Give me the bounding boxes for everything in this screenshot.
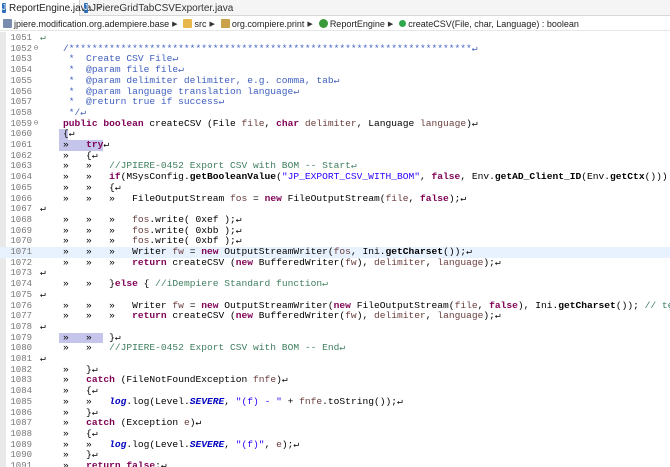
code-line[interactable]: 1087 » catch (Exception e)↵ — [0, 417, 670, 429]
line-number: 1073 — [10, 268, 32, 279]
line-number: 1057 — [10, 97, 32, 108]
breadcrumb-item-method[interactable]: createCSV(File, char, Language) : boolea… — [396, 19, 579, 29]
code-line[interactable]: 1072 » » » return createCSV (new Buffere… — [0, 256, 670, 269]
breadcrumb-item-src[interactable]: src ▶ — [180, 19, 217, 29]
breadcrumb-item-class[interactable]: ReportEngine ▶ — [316, 19, 396, 29]
code-line[interactable]: 1083 » catch (FileNotFoundException fnfe… — [0, 375, 670, 386]
breadcrumb-item-project[interactable]: jpiere.modification.org.adempiere.base ▶ — [0, 19, 180, 29]
line-number: 1056 — [10, 86, 32, 97]
code-text: » » » return createCSV (new BufferedWrit… — [40, 310, 501, 322]
line-number: 1078 — [10, 321, 32, 332]
code-line[interactable]: 1091 » return false;↵ — [0, 460, 670, 467]
line-number: 1088 — [10, 428, 32, 439]
code-editor[interactable]: 1051 ↵ 1052 ⊖ /****************************… — [0, 32, 670, 467]
breadcrumb-label: ReportEngine — [329, 18, 385, 29]
code-text: » » //JPIERE-0452 Export CSV with BOM --… — [40, 342, 346, 354]
java-file-icon: J — [2, 3, 6, 13]
line-number: 1085 — [10, 396, 32, 407]
line-number: 1072 — [10, 257, 32, 268]
code-line[interactable]: 1059 ⊖ public boolean createCSV (File fil… — [0, 117, 670, 130]
line-number: 1087 — [10, 418, 32, 429]
breadcrumb-label: jpiere.modification.org.adempiere.base — [14, 18, 170, 29]
line-number: 1069 — [10, 225, 32, 236]
line-number: 1061 — [10, 140, 32, 150]
method-icon — [399, 20, 407, 27]
code-line[interactable]: 1089 » » log.log(Level.SEVERE, "(f)", e)… — [0, 439, 670, 451]
line-number: 1081 — [10, 354, 32, 364]
line-number: 1053 — [10, 54, 32, 65]
code-line[interactable]: 1061 » try↵ — [0, 139, 670, 151]
line-number: 1059 — [10, 118, 32, 129]
breadcrumb-item-package[interactable]: org.compiere.print ▶ — [218, 19, 316, 29]
line-number: 1055 — [10, 75, 32, 86]
code-text: » » » return createCSV (new BufferedWrit… — [40, 256, 501, 268]
tab-label: JPiereGridTabCSVExporter.java — [91, 2, 234, 14]
line-number: 1074 — [10, 279, 32, 290]
code-line[interactable]: 1077 » » » return createCSV (new Buffere… — [0, 310, 670, 322]
chevron-right-icon: ▶ — [209, 20, 215, 28]
line-number: 1082 — [10, 364, 32, 375]
code-line[interactable]: 1066 » » » FileOutputStream fos = new Fi… — [0, 192, 670, 205]
code-line[interactable]: 1081 ↵ — [0, 353, 670, 365]
code-line[interactable]: 1057 * @return true if success↵ — [0, 96, 670, 108]
line-number: 1079 — [10, 332, 32, 343]
code-line[interactable]: 1074 » » }else { //iDempiere Standard fu… — [0, 278, 670, 290]
line-number: 1060 — [10, 129, 32, 140]
line-number: 1065 — [10, 182, 32, 193]
line-number: 1071 — [10, 247, 32, 257]
code-text: » » }else { //iDempiere Standard functio… — [40, 278, 328, 290]
code-line[interactable]: 1085 » » log.log(Level.SEVERE, "(f) - " … — [0, 396, 670, 408]
code-text: » » if(MSysConfig.getBooleanValue("JP_EX… — [40, 171, 668, 183]
editor-tab-bar: J ReportEngine.java × J JPiereGridTabCSV… — [0, 0, 670, 16]
line-number: 1075 — [10, 289, 32, 300]
java-file-icon: J — [84, 3, 88, 13]
line-number: 1086 — [10, 407, 32, 418]
code-text: » » » FileOutputStream fos = new FileOut… — [40, 192, 467, 204]
line-number: 1066 — [10, 193, 32, 204]
line-number: 1084 — [10, 386, 32, 397]
line-number: 1080 — [10, 343, 32, 354]
line-number: 1058 — [10, 107, 32, 118]
project-icon — [3, 19, 12, 28]
source-folder-icon — [183, 19, 193, 28]
chevron-right-icon: ▶ — [387, 20, 394, 28]
code-line[interactable]: 1080 » » //JPIERE-0452 Export CSV with B… — [0, 342, 670, 354]
tab-label: ReportEngine.java — [9, 2, 92, 14]
fold-toggle-icon[interactable]: ⊖ — [32, 119, 40, 130]
line-number: 1089 — [10, 439, 32, 450]
line-number: 1054 — [10, 65, 32, 76]
line-number: 1052 — [10, 43, 32, 54]
line-number: 1070 — [10, 236, 32, 247]
tab-jpieregridtabcsvexporter[interactable]: J JPiereGridTabCSVExporter.java — [82, 0, 234, 16]
line-number: 1051 — [10, 33, 32, 43]
breadcrumb-label: org.compiere.print — [231, 18, 305, 29]
breadcrumb-label: src — [194, 18, 207, 29]
breadcrumb-label: createCSV(File, char, Language) : boolea… — [408, 18, 579, 29]
line-number: 1064 — [10, 172, 32, 183]
line-number: 1077 — [10, 311, 32, 322]
line-number: 1083 — [10, 375, 32, 386]
line-number: 1068 — [10, 214, 32, 225]
code-text: » return false;↵ — [40, 460, 167, 467]
chevron-right-icon: ▶ — [172, 20, 178, 28]
line-number: 1090 — [10, 450, 32, 461]
line-number: 1062 — [10, 150, 32, 161]
line-number: 1063 — [10, 161, 32, 172]
chevron-right-icon: ▶ — [307, 20, 313, 28]
line-number: 1091 — [10, 461, 32, 467]
code-text: public boolean createCSV (File file, cha… — [63, 117, 478, 129]
class-icon — [318, 19, 328, 28]
fold-toggle-icon[interactable]: ⊖ — [32, 44, 40, 55]
tab-reportengine[interactable]: J ReportEngine.java × — [0, 0, 102, 16]
package-icon — [220, 19, 230, 28]
line-number: 1067 — [10, 204, 32, 215]
line-number: 1076 — [10, 300, 32, 311]
breadcrumb: jpiere.modification.org.adempiere.base ▶… — [0, 17, 670, 31]
